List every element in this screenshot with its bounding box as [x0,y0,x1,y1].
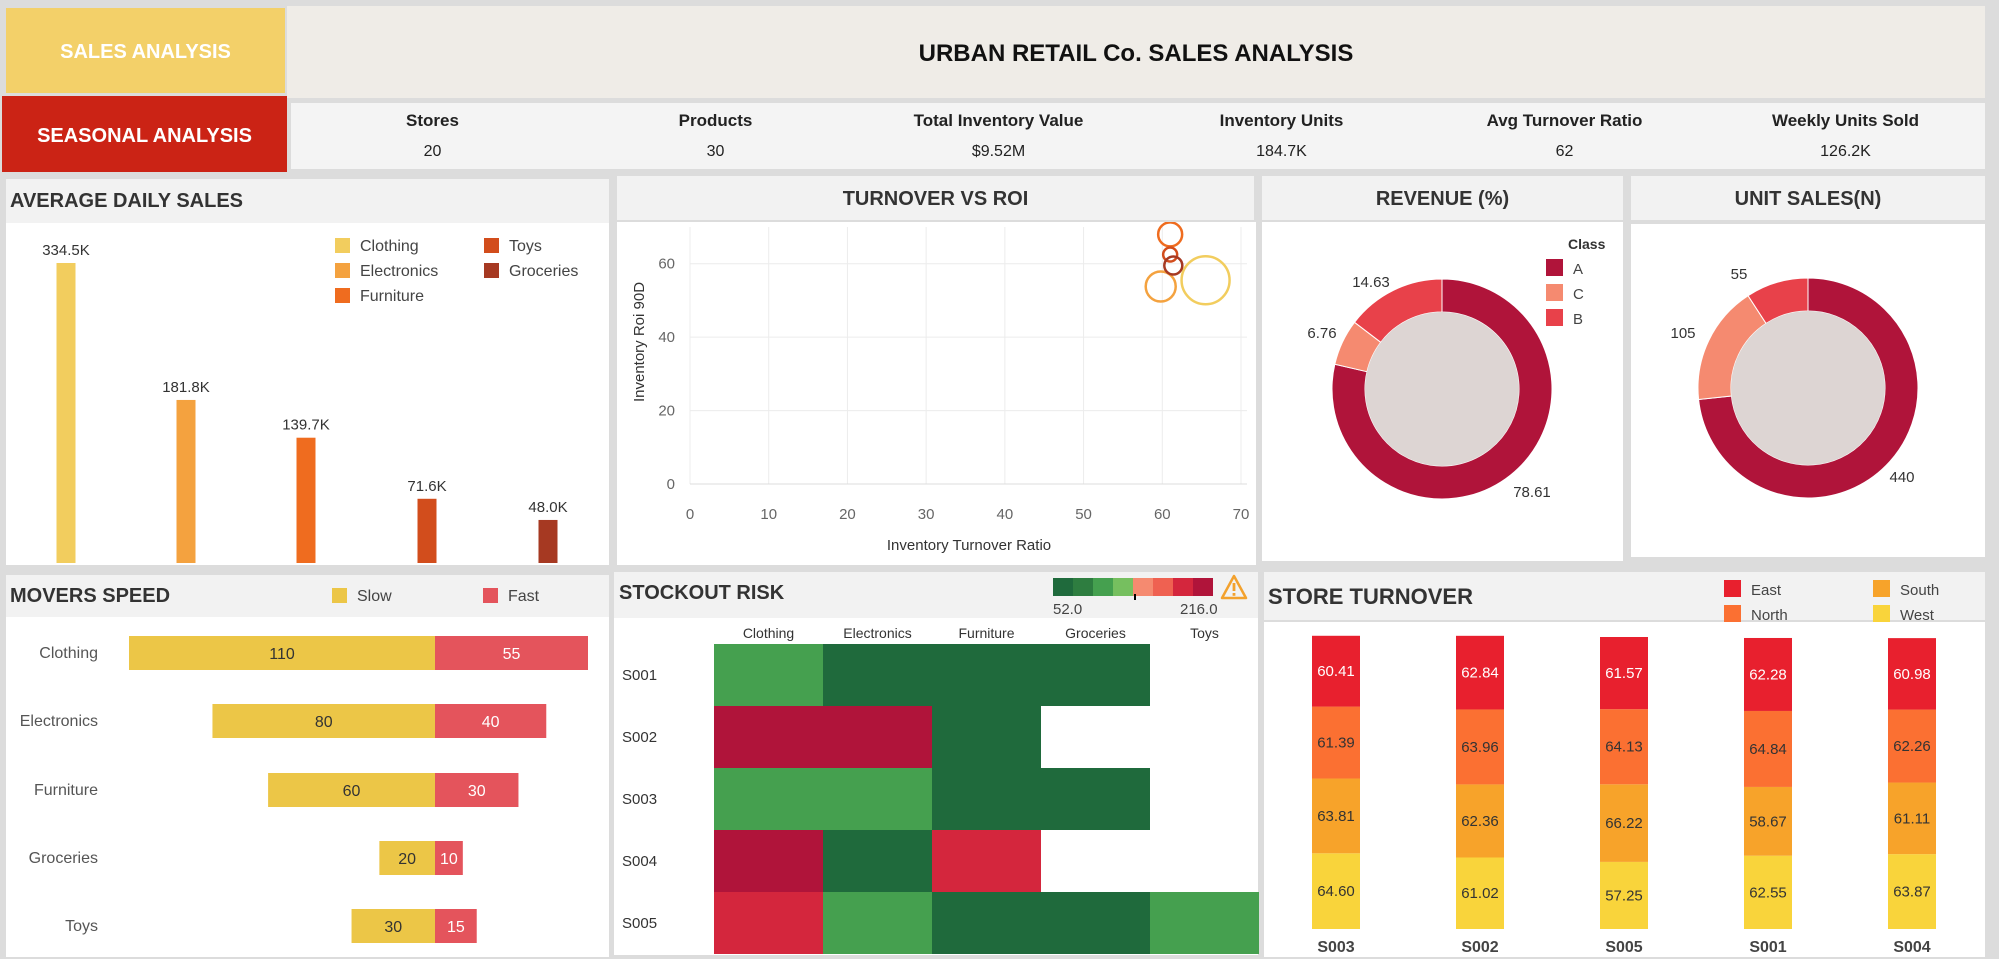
data-label: 61.57 [1605,665,1643,682]
data-label: 57.25 [1605,887,1643,904]
data-label: 66.22 [1605,815,1643,832]
data-label: 62.36 [1461,813,1499,830]
data-label: 58.67 [1749,813,1787,830]
data-label: 64.60 [1317,883,1355,900]
category-label: S004 [1893,939,1930,956]
category-label: S003 [1317,939,1354,956]
data-label: 62.84 [1461,665,1499,682]
data-label: 64.13 [1605,739,1643,756]
data-label: 62.55 [1749,884,1787,901]
data-label: 61.39 [1317,735,1355,752]
data-label: 62.28 [1749,666,1787,683]
data-label: 64.84 [1749,741,1787,758]
data-label: 63.87 [1893,884,1931,901]
store-turnover-chart: 64.60 63.81 61.39 60.41 S003 61.02 62.36 63.96 6… [1312,635,1936,956]
data-label: 63.96 [1461,739,1499,756]
category-label: S001 [1749,939,1786,956]
data-label: 60.98 [1893,666,1931,683]
data-label: 60.41 [1317,663,1355,680]
category-label: S002 [1461,939,1498,956]
data-label: 61.11 [1894,810,1930,827]
data-label: 63.81 [1317,808,1355,825]
data-label: 62.26 [1893,738,1931,755]
category-label: S005 [1605,939,1642,956]
data-label: 61.02 [1461,885,1499,902]
